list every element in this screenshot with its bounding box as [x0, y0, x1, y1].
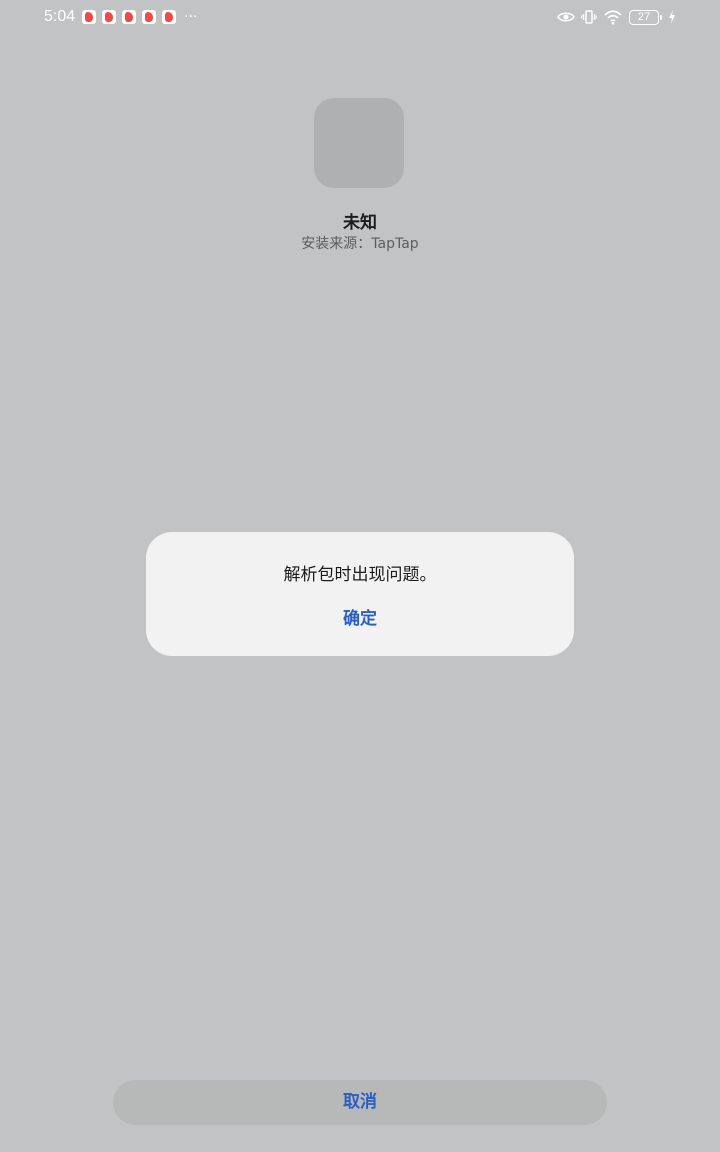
- app-icon-placeholder: [314, 98, 404, 188]
- battery-icon: 27: [629, 9, 662, 25]
- status-bar: 5:04 ··· 27: [0, 0, 720, 36]
- app-name: 未知: [343, 213, 377, 233]
- dialog-message: 解析包时出现问题。: [283, 565, 437, 585]
- battery-level: 27: [629, 9, 659, 25]
- vibrate-icon: [581, 10, 597, 24]
- status-icons: 27: [557, 9, 676, 25]
- parse-error-dialog: 解析包时出现问题。 确定: [146, 532, 574, 656]
- ok-button[interactable]: 确定: [310, 604, 410, 634]
- app-notification-icon: [102, 10, 116, 24]
- wifi-icon: [604, 10, 622, 25]
- charging-icon: [669, 10, 675, 24]
- app-notification-icon: [122, 10, 136, 24]
- app-notification-icon: [142, 10, 156, 24]
- eye-icon: [557, 12, 575, 22]
- status-time: 5:04: [44, 8, 76, 25]
- app-notification-icon: [82, 10, 96, 24]
- cancel-button[interactable]: 取消: [113, 1080, 607, 1125]
- more-notifications-indicator: ···: [184, 9, 198, 25]
- battery-tip: [660, 14, 662, 20]
- notification-icons: ···: [82, 10, 197, 24]
- app-notification-icon: [162, 10, 176, 24]
- install-source-label: 安装来源：TapTap: [301, 236, 419, 252]
